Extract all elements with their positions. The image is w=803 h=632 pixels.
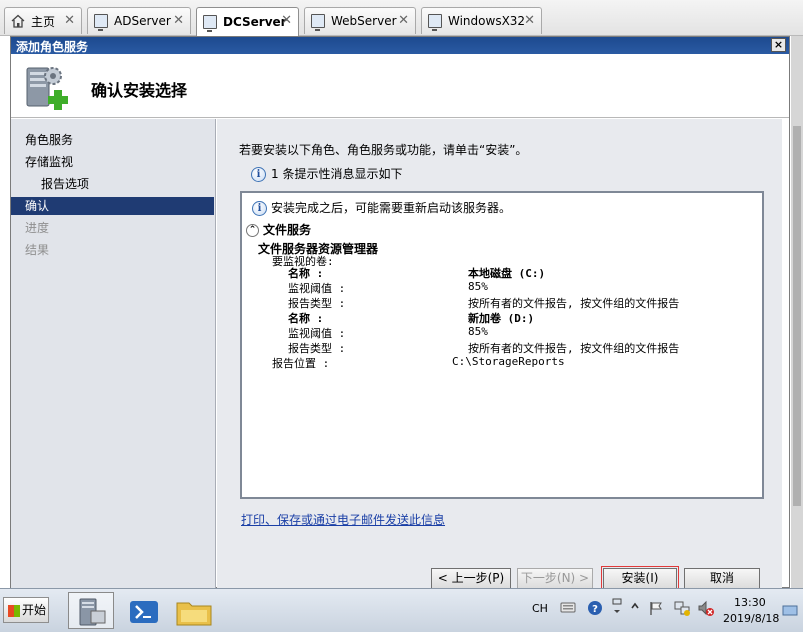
svg-text:?: ? (592, 604, 598, 615)
dialog-titlebar[interactable]: 添加角色服务 × (11, 37, 789, 54)
info-icon: i (251, 167, 266, 182)
tab-adserver[interactable]: ADServer ✕ (87, 7, 191, 34)
scrollbar-thumb[interactable] (793, 126, 801, 506)
volume-name-label: 名称 : (288, 267, 324, 280)
options-icon[interactable] (612, 598, 622, 621)
volume-muted-icon[interactable] (697, 599, 715, 620)
step-report-options[interactable]: 报告选项 (11, 175, 214, 193)
close-icon[interactable]: ✕ (398, 13, 409, 28)
chevron-up-icon[interactable] (630, 601, 640, 614)
install-button[interactable]: 安装(I) (601, 566, 679, 591)
report-location-value: C:\StorageReports (452, 355, 565, 368)
wizard-content: 若要安装以下角色、角色服务或功能，请单击“安装”。 i1 条提示性消息显示如下 … (217, 119, 782, 591)
tab-strip: 主页 ✕ ADServer ✕ DCServer ✕ WebServer ✕ W… (0, 0, 803, 36)
info-message-count: i 1 条提示性消息显示如下 (251, 165, 402, 182)
page-title: 确认安装选择 (91, 81, 188, 100)
close-icon[interactable]: ✕ (524, 13, 535, 28)
volume-name: 本地磁盘 (C:) (468, 267, 546, 280)
close-icon[interactable]: ✕ (281, 13, 292, 28)
close-icon[interactable]: ✕ (173, 13, 184, 28)
step-results: 结果 (25, 243, 50, 257)
report-type-label: 报告类型 : (288, 342, 346, 355)
confirmation-details-pane[interactable]: i 安装完成之后，可能需要重新启动该服务器。 ⌃ 文件服务 文件服务器资源管理器 要… (240, 191, 764, 499)
wizard-steps: 角色服务 存储监视 报告选项 确认 进度 结果 (11, 119, 216, 588)
collapse-icon[interactable]: ⌃ (246, 224, 259, 237)
language-indicator[interactable]: CH (532, 602, 548, 615)
help-icon[interactable]: ? (587, 600, 603, 619)
explorer-taskbar-button[interactable] (170, 592, 216, 629)
restart-notice: i 安装完成之后，可能需要重新启动该服务器。 (252, 199, 511, 216)
monitor-icon (94, 14, 108, 31)
clock-date[interactable]: 2019/8/18 (723, 612, 779, 625)
monitor-icon (428, 14, 442, 31)
tab-home[interactable]: 主页 ✕ (4, 7, 82, 34)
tab-label: 主页 (31, 14, 56, 29)
info-icon: i (252, 201, 267, 216)
threshold-value: 85% (468, 325, 488, 338)
clock-time[interactable]: 13:30 (734, 596, 766, 609)
report-type-value: 按所有者的文件报告, 按文件组的文件报告 (468, 297, 680, 310)
windows-logo-icon (8, 604, 20, 617)
add-role-services-dialog: 添加角色服务 × 确认安装选择 角色服务 存储监视 报告选项 确认 进度 结果 … (10, 36, 790, 591)
powershell-icon (130, 601, 158, 623)
dialog-title: 添加角色服务 (16, 40, 89, 54)
dialog-header: 确认安装选择 (11, 54, 789, 118)
show-desktop-icon[interactable] (782, 605, 798, 620)
keyboard-icon[interactable] (560, 600, 576, 617)
step-role-services[interactable]: 角色服务 (11, 131, 214, 149)
start-button[interactable]: 开始 (3, 597, 49, 623)
folder-icon (176, 602, 212, 626)
intro-text: 若要安装以下角色、角色服务或功能，请单击“安装”。 (239, 143, 528, 157)
hint-text: 1 条提示性消息显示如下 (271, 167, 403, 181)
monitor-icon (311, 14, 325, 31)
back-button[interactable]: < 上一步(P) (431, 568, 511, 589)
volume-name: 新加卷 (D:) (468, 312, 535, 325)
section-title: 文件服务 (263, 223, 312, 237)
report-type-value: 按所有者的文件报告, 按文件组的文件报告 (468, 342, 680, 355)
tab-windowsx32[interactable]: WindowsX32 ✕ (421, 7, 542, 34)
powershell-taskbar-button[interactable] (120, 592, 166, 629)
start-label: 开始 (22, 603, 47, 617)
volume-name-label: 名称 : (288, 312, 324, 325)
close-icon[interactable]: ✕ (64, 13, 75, 28)
tab-label: WebServer (331, 14, 397, 28)
taskbar: 开始 CH ? 13:30 2019/8/18 (0, 588, 803, 632)
dialog-close-button[interactable]: × (771, 38, 786, 52)
print-save-email-link[interactable]: 打印、保存或通过电子邮件发送此信息 (241, 511, 445, 528)
action-center-flag-icon[interactable] (648, 600, 664, 619)
server-manager-icon (79, 598, 106, 626)
section-file-services[interactable]: ⌃ 文件服务 (246, 221, 311, 238)
step-confirmation[interactable]: 确认 (11, 197, 214, 215)
tab-webserver[interactable]: WebServer ✕ (304, 7, 416, 34)
home-icon (11, 14, 25, 28)
report-type-label: 报告类型 : (288, 297, 346, 310)
report-location-label: 报告位置 : (272, 357, 330, 370)
tab-label: ADServer (114, 14, 171, 28)
monitor-icon (203, 15, 217, 32)
server-manager-taskbar-button[interactable] (68, 592, 114, 629)
tab-label: WindowsX32 (448, 14, 526, 28)
threshold-label: 监视阈值 : (288, 327, 346, 340)
server-add-icon (23, 62, 71, 112)
tab-dcserver[interactable]: DCServer ✕ (196, 7, 299, 36)
step-progress: 进度 (25, 221, 50, 235)
cancel-button[interactable]: 取消 (684, 568, 760, 589)
threshold-value: 85% (468, 280, 488, 293)
notice-text: 安装完成之后，可能需要重新启动该服务器。 (271, 201, 512, 215)
threshold-label: 监视阈值 : (288, 282, 346, 295)
next-button: 下一步(N) > (517, 568, 593, 589)
scrollbar[interactable] (791, 36, 803, 588)
network-icon[interactable] (673, 599, 691, 620)
step-storage-monitoring[interactable]: 存储监视 (11, 153, 214, 171)
tab-label: DCServer (223, 15, 287, 29)
